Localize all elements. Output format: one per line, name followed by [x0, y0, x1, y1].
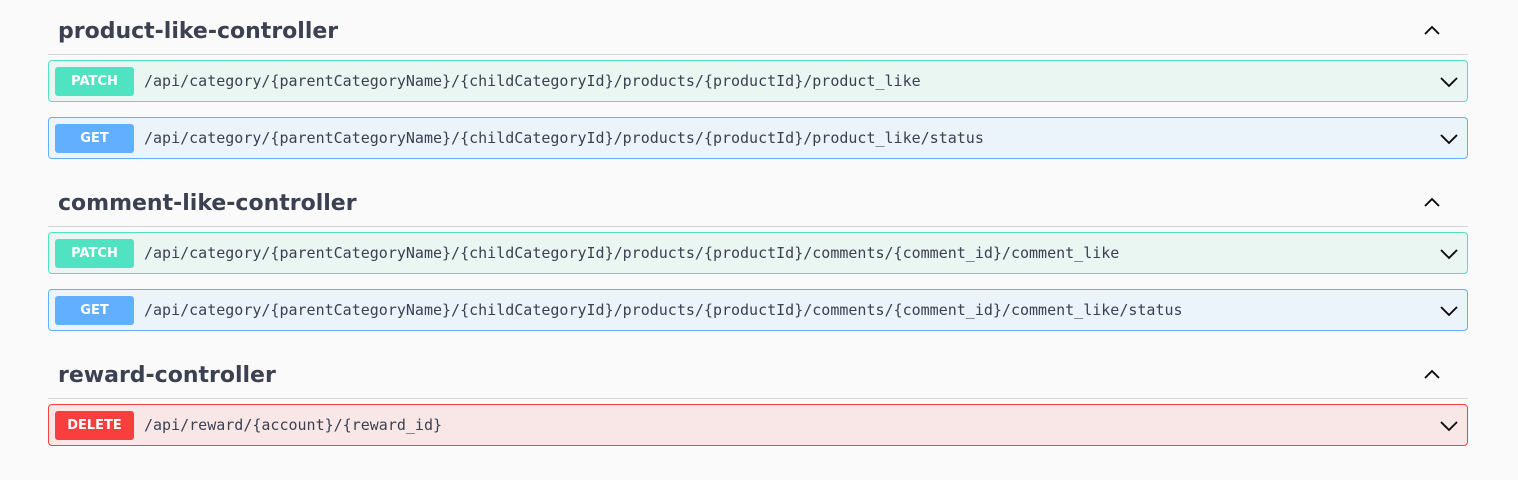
chevron-down-icon[interactable] — [1439, 128, 1459, 148]
operation-path: /api/category/{parentCategoryName}/{chil… — [144, 129, 984, 147]
method-badge: GET — [55, 123, 134, 153]
section-title: comment-like-controller — [58, 190, 357, 216]
chevron-up-icon[interactable] — [1422, 193, 1442, 213]
operation-path: /api/reward/{account}/{reward_id} — [144, 416, 443, 434]
section-header-reward-controller[interactable]: reward-controller — [48, 352, 1468, 399]
operation-get-comment-like-status[interactable]: GET /api/category/{parentCategoryName}/{… — [48, 289, 1468, 331]
chevron-up-icon[interactable] — [1422, 365, 1442, 385]
section-product-like-controller: product-like-controller PATCH /api/categ… — [48, 8, 1468, 159]
chevron-up-icon[interactable] — [1422, 21, 1442, 41]
chevron-down-icon[interactable] — [1439, 300, 1459, 320]
chevron-down-icon[interactable] — [1439, 243, 1459, 263]
method-badge: PATCH — [55, 238, 134, 268]
method-badge: GET — [55, 295, 134, 325]
operation-patch-product-like[interactable]: PATCH /api/category/{parentCategoryName}… — [48, 60, 1468, 102]
method-badge: PATCH — [55, 66, 134, 96]
section-header-comment-like-controller[interactable]: comment-like-controller — [48, 180, 1468, 227]
section-reward-controller: reward-controller DELETE /api/reward/{ac… — [48, 352, 1468, 446]
section-comment-like-controller: comment-like-controller PATCH /api/categ… — [48, 180, 1468, 331]
operation-path: /api/category/{parentCategoryName}/{chil… — [144, 244, 1120, 262]
chevron-down-icon[interactable] — [1439, 71, 1459, 91]
operation-get-product-like-status[interactable]: GET /api/category/{parentCategoryName}/{… — [48, 117, 1468, 159]
operation-patch-comment-like[interactable]: PATCH /api/category/{parentCategoryName}… — [48, 232, 1468, 274]
chevron-down-icon[interactable] — [1439, 415, 1459, 435]
operation-path: /api/category/{parentCategoryName}/{chil… — [144, 301, 1183, 319]
section-title: product-like-controller — [58, 18, 339, 44]
swagger-operations-page: product-like-controller PATCH /api/categ… — [0, 0, 1518, 480]
operation-path: /api/category/{parentCategoryName}/{chil… — [144, 72, 921, 90]
operation-delete-reward[interactable]: DELETE /api/reward/{account}/{reward_id} — [48, 404, 1468, 446]
method-badge: DELETE — [55, 410, 134, 440]
section-title: reward-controller — [58, 362, 276, 388]
section-header-product-like-controller[interactable]: product-like-controller — [48, 8, 1468, 55]
